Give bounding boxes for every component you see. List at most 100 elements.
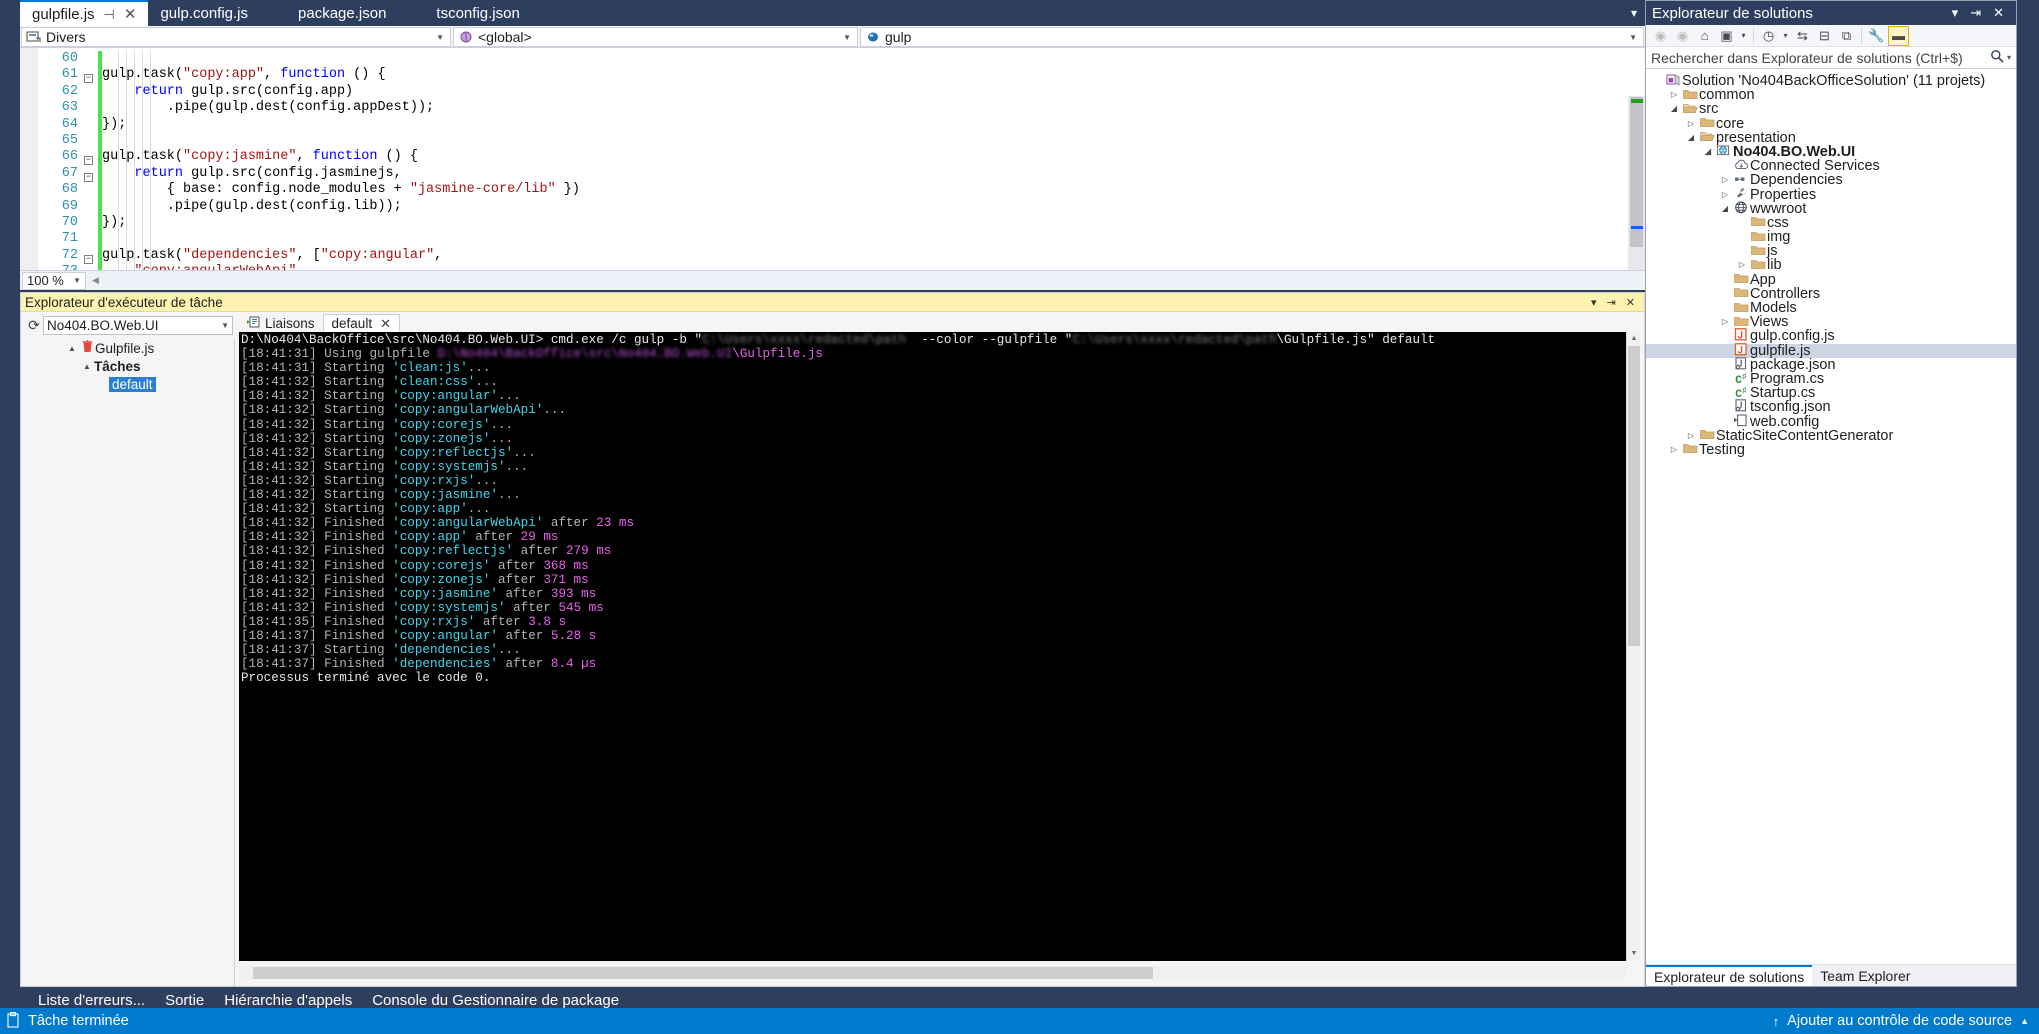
tree-expander-icon[interactable]: ▷ xyxy=(1684,117,1698,131)
refresh-icon[interactable]: ⟳ xyxy=(25,317,43,334)
solution-tree-node[interactable]: ◼Solution 'No404BackOfficeSolution' (11 … xyxy=(1646,74,2016,88)
tab-solution-explorer[interactable]: Explorateur de solutions xyxy=(1646,965,1812,986)
tree-expander-icon[interactable]: ◢ xyxy=(1667,102,1681,116)
chevron-down-icon[interactable]: ▼ xyxy=(73,276,81,285)
tree-expander-icon[interactable]: ▷ xyxy=(1667,443,1681,457)
task-tree-node[interactable]: default xyxy=(65,375,235,393)
task-runner-tree[interactable]: ▲Gulpfile.js▲Tâchesdefault xyxy=(65,339,235,986)
console-tab-bindings[interactable]: Liaisons xyxy=(239,314,323,332)
code-line[interactable]: gulp.task("dependencies", ["copy:angular… xyxy=(102,248,1645,264)
tree-expander-icon[interactable]: ▲ xyxy=(80,362,94,371)
bottom-tool-tab-0[interactable]: Liste d'erreurs... xyxy=(28,992,155,1009)
chevron-down-icon[interactable]: ▼ xyxy=(837,33,857,42)
tree-expander-icon[interactable]: ▷ xyxy=(1735,258,1749,272)
tree-expander-icon[interactable]: ▷ xyxy=(1718,188,1732,202)
close-console-tab-icon[interactable]: ✕ xyxy=(380,316,391,332)
properties-icon[interactable]: 🔧 xyxy=(1866,26,1887,46)
code-line[interactable]: }); xyxy=(102,215,1645,231)
tree-expander-icon[interactable]: ◢ xyxy=(1701,145,1715,159)
task-runner-project-dropdown[interactable]: No404.BO.Web.UI ▼ xyxy=(43,316,233,335)
tree-expander-icon[interactable]: ▷ xyxy=(1718,315,1732,329)
solution-tree-node[interactable]: js xyxy=(1646,244,2016,258)
sync-dropdown-icon[interactable]: ▾ xyxy=(1780,26,1791,46)
solution-explorer-search-box[interactable]: Rechercher dans Explorateur de solutions… xyxy=(1646,47,2016,69)
tree-expander-icon[interactable]: ▷ xyxy=(1684,429,1698,443)
console-tab-default[interactable]: default ✕ xyxy=(323,314,400,332)
code-line[interactable] xyxy=(102,51,1645,67)
solution-tree-node[interactable]: tsconfig.json xyxy=(1646,400,2016,414)
solution-tree-node[interactable]: css xyxy=(1646,216,2016,230)
task-tree-node[interactable]: ▲Gulpfile.js xyxy=(65,339,235,357)
close-tab-icon[interactable]: ✕ xyxy=(124,7,137,22)
collapse-all-icon[interactable]: ⊟ xyxy=(1814,26,1835,46)
code-line[interactable]: .pipe(gulp.dest(config.lib)); xyxy=(102,199,1645,215)
code-line[interactable]: return gulp.src(config.jasminejs, xyxy=(102,166,1645,182)
tree-expander-icon[interactable]: ▷ xyxy=(1667,88,1681,102)
solution-tree-node[interactable]: ◢No404.BO.Web.UI xyxy=(1646,145,2016,159)
chevron-up-icon[interactable]: ▲ xyxy=(2020,1016,2029,1026)
code-folding-gutter[interactable]: −−−− xyxy=(84,48,98,270)
panel-dropdown-icon[interactable]: ▾ xyxy=(1946,5,1965,21)
solution-tree-node[interactable]: Connected Services xyxy=(1646,159,2016,173)
solution-tree-node[interactable]: package.json xyxy=(1646,358,2016,372)
console-vertical-scrollbar[interactable]: ▲ ▼ xyxy=(1626,332,1640,961)
scroll-up-icon[interactable]: ▲ xyxy=(1627,332,1641,346)
editor-tab-gulpfile-js[interactable]: gulpfile.js ⊣ ✕ xyxy=(20,0,148,26)
bottom-tool-tab-1[interactable]: Sortie xyxy=(155,992,214,1009)
task-tree-node[interactable]: ▲Tâches xyxy=(65,357,235,375)
toolbox-dock-strip[interactable]: Boîte à outils xyxy=(0,0,20,1000)
solution-tree-node[interactable]: ▷Properties xyxy=(1646,188,2016,202)
tree-expander-icon[interactable]: ◢ xyxy=(1684,131,1698,145)
bottom-tool-tab-3[interactable]: Console du Gestionnaire de package xyxy=(362,992,629,1009)
console-horizontal-scrollbar[interactable] xyxy=(239,966,1626,980)
chevron-down-icon[interactable]: ▼ xyxy=(1623,33,1643,42)
panel-pin-icon[interactable]: ⇥ xyxy=(1964,5,1987,21)
fold-toggle[interactable]: − xyxy=(84,166,98,182)
tree-expander-icon[interactable]: ▷ xyxy=(1718,173,1732,187)
panel-close-icon[interactable]: ✕ xyxy=(1987,5,2010,21)
add-to-source-control-label[interactable]: Ajouter au contrôle de code source xyxy=(1787,1013,2012,1029)
status-bar-right[interactable]: ↑ Ajouter au contrôle de code source ▲ xyxy=(1773,1013,2039,1029)
solution-tree-node[interactable]: ▷core xyxy=(1646,117,2016,131)
code-surface[interactable]: 6061626364656667686970717273 −−−− gulp.t… xyxy=(20,48,1645,270)
panel-dropdown-icon[interactable]: ▾ xyxy=(1586,296,1602,309)
solution-tree-node[interactable]: ◢src xyxy=(1646,102,2016,116)
pending-changes-filter-icon[interactable]: ▣ xyxy=(1716,26,1737,46)
filter-dropdown-icon[interactable]: ▾ xyxy=(1738,26,1749,46)
solution-tree-node[interactable]: img xyxy=(1646,230,2016,244)
code-line[interactable]: "copy:angularWebApi", xyxy=(102,264,1645,270)
refresh-icon[interactable]: ⇆ xyxy=(1792,26,1813,46)
editor-tab-package-json[interactable]: package.json xyxy=(286,0,398,26)
tree-expander-icon[interactable]: ◢ xyxy=(1718,202,1732,216)
sync-with-active-document-icon[interactable]: ◷ xyxy=(1758,26,1779,46)
code-line[interactable]: gulp.task("copy:app", function () { xyxy=(102,67,1645,83)
search-options-dropdown-icon[interactable]: ▾ xyxy=(2007,53,2011,62)
solution-tree-node[interactable]: ▷StaticSiteContentGenerator xyxy=(1646,429,2016,443)
solution-tree-node[interactable]: App xyxy=(1646,273,2016,287)
fold-toggle[interactable]: − xyxy=(84,67,98,83)
chevron-down-icon[interactable]: ▼ xyxy=(221,321,229,330)
solution-tree-node[interactable]: ▷common xyxy=(1646,88,2016,102)
magnifier-icon[interactable] xyxy=(1990,49,2004,66)
solution-tree-node[interactable]: C♯Program.cs xyxy=(1646,372,2016,386)
solution-tree-node[interactable]: ◢wwwroot xyxy=(1646,202,2016,216)
editor-tab-tsconfig-json[interactable]: tsconfig.json xyxy=(424,0,531,26)
solution-tree-node[interactable]: ◢presentation xyxy=(1646,131,2016,145)
project-scope-dropdown[interactable]: Divers ▼ xyxy=(21,27,451,47)
solution-tree-node[interactable]: ▷Views xyxy=(1646,315,2016,329)
solution-explorer-tree[interactable]: ◼Solution 'No404BackOfficeSolution' (11 … xyxy=(1646,69,2016,457)
solution-tree-node[interactable]: gulpfile.js xyxy=(1646,344,2016,358)
solution-tree-node[interactable]: ▷Dependencies xyxy=(1646,173,2016,187)
preview-selected-items-icon[interactable]: ▬ xyxy=(1888,26,1909,46)
solution-tree-node[interactable]: gulp.config.js xyxy=(1646,329,2016,343)
tab-overflow-chevron-icon[interactable]: ▾ xyxy=(1623,0,1645,26)
code-line[interactable] xyxy=(102,231,1645,247)
code-line[interactable]: }); xyxy=(102,117,1645,133)
horizontal-scroll-left-icon[interactable]: ◀ xyxy=(92,275,99,286)
panel-pin-icon[interactable]: ⇥ xyxy=(1602,296,1621,309)
code-line[interactable]: .pipe(gulp.dest(config.appDest)); xyxy=(102,100,1645,116)
scroll-down-icon[interactable]: ▼ xyxy=(1627,947,1641,961)
tab-team-explorer[interactable]: Team Explorer xyxy=(1812,965,1918,986)
fold-toggle[interactable]: − xyxy=(84,149,98,165)
show-all-files-icon[interactable]: ⧉ xyxy=(1836,26,1857,46)
